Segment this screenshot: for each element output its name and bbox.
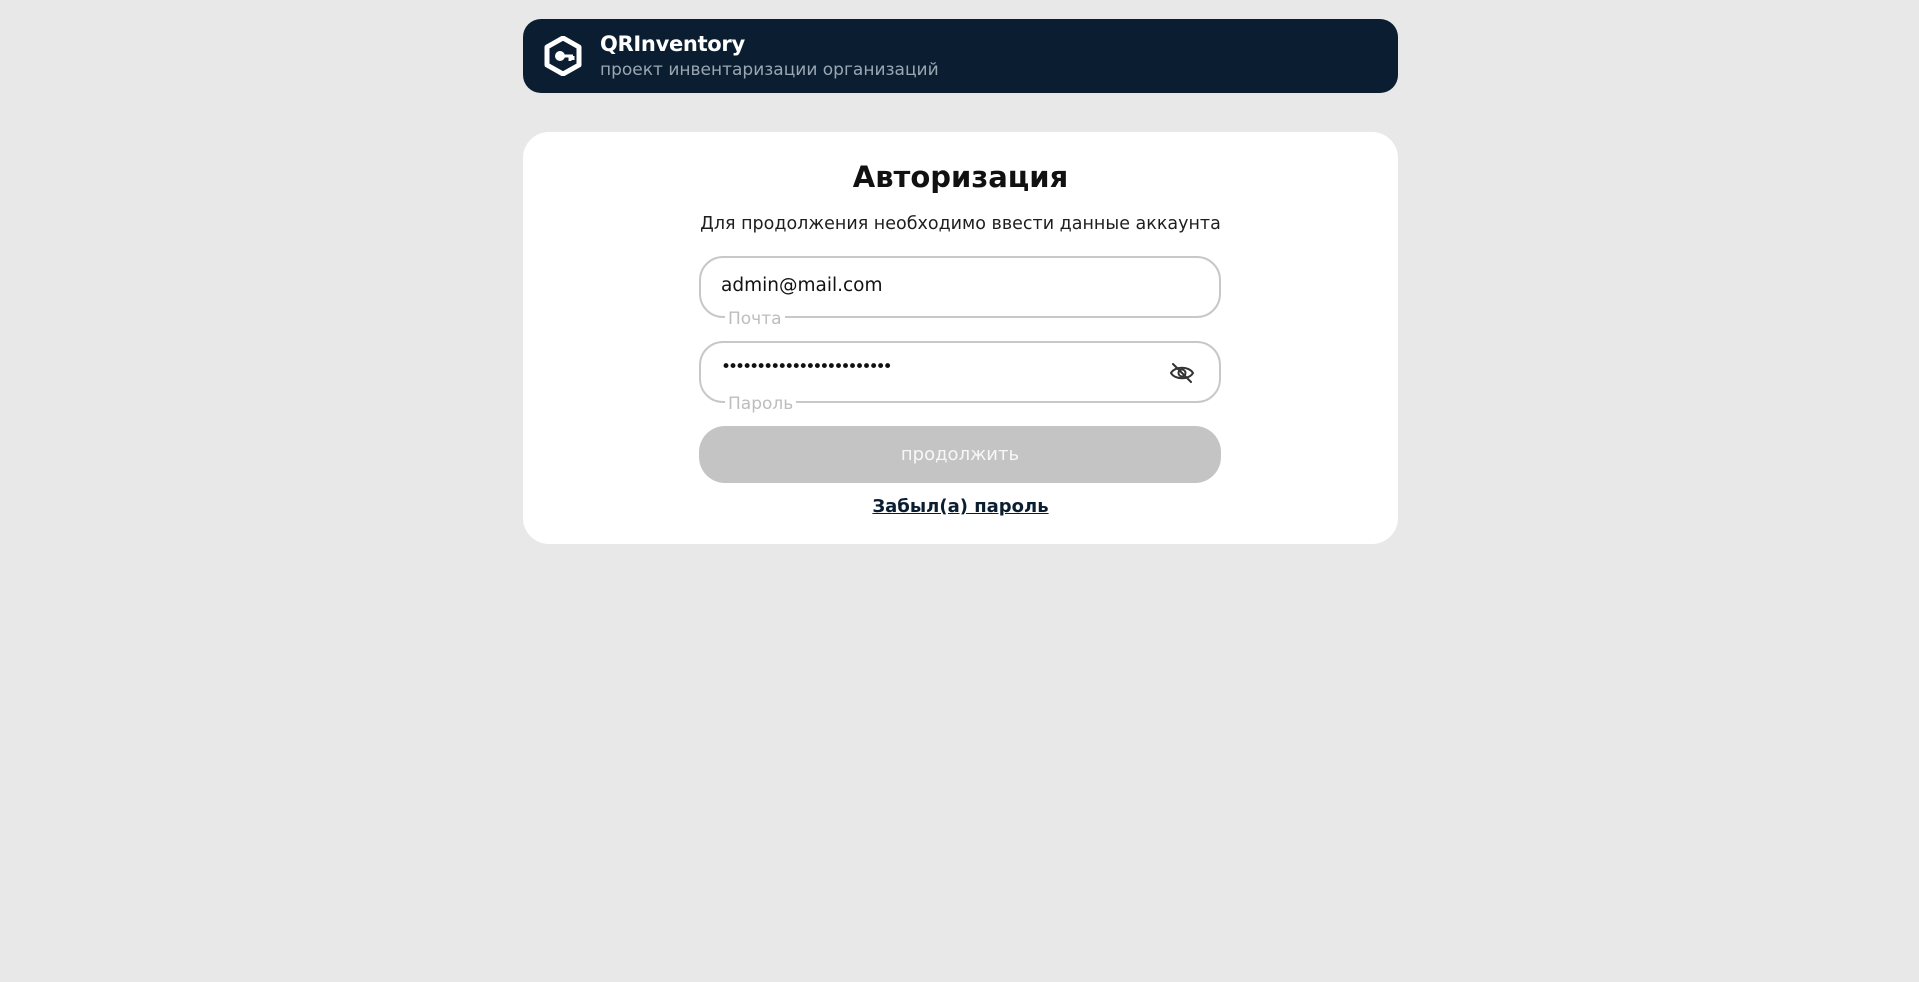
email-label: Почта [725,309,785,329]
forgot-password-link[interactable]: Забыл(а) пароль [872,496,1048,517]
app-subtitle: проект инвентаризации организаций [600,60,939,80]
password-field[interactable]: •••••••••••••••••••••••• Пароль [699,341,1221,414]
email-value[interactable]: admin@mail.com [721,275,883,296]
app-title: QRInventory [600,32,745,56]
password-value[interactable]: •••••••••••••••••••••••• [721,357,893,377]
auth-title: Авторизация [852,160,1069,194]
continue-button[interactable]: продолжить [699,426,1221,483]
forgot-password-container: Забыл(а) пароль [523,496,1398,517]
auth-card: Авторизация Для продолжения необходимо в… [523,132,1398,544]
qr-logo-icon [544,36,582,76]
app-header: QRInventory проект инвентаризации органи… [523,19,1398,93]
email-field[interactable]: admin@mail.com Почта [699,256,1221,329]
password-label: Пароль [725,394,797,414]
eye-off-icon[interactable] [1169,361,1195,385]
auth-description: Для продолжения необходимо ввести данные… [700,214,1221,234]
